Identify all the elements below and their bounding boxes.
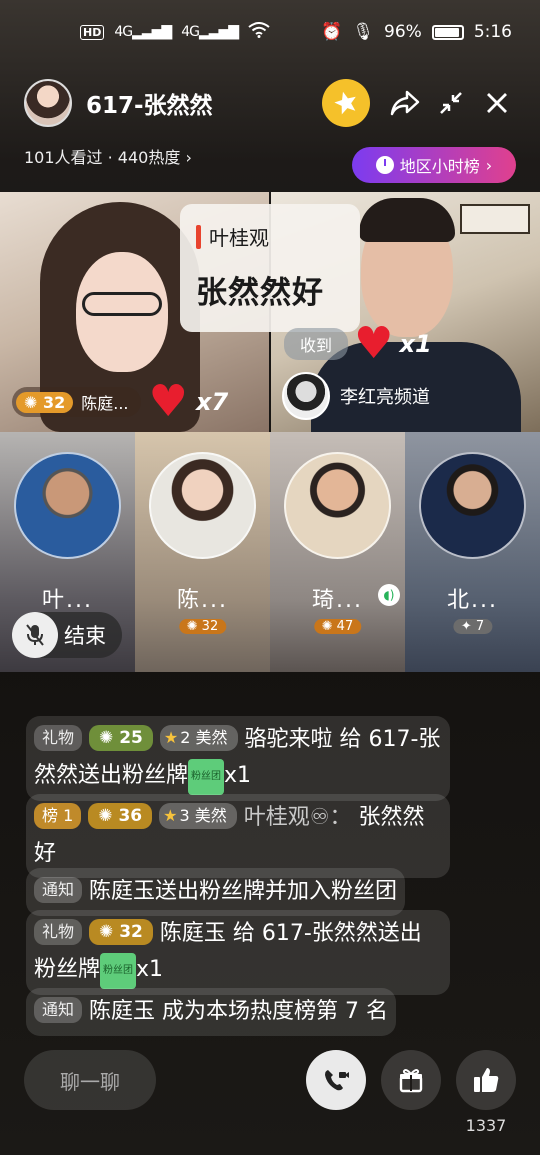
chat-message[interactable]: 通知 陈庭玉 成为本场热度榜第 7 名 <box>26 988 396 1036</box>
mic-status-icon: 🎙 <box>352 22 375 42</box>
call-button[interactable] <box>306 1050 366 1110</box>
channel-tag[interactable]: 李红亮频道 <box>282 372 430 420</box>
level-badge: ✺ 36 <box>88 803 153 829</box>
guest-seat[interactable]: 琦... ◖) ✺ 47 <box>270 432 405 672</box>
level-badge: ✺ 32 <box>89 919 153 945</box>
fan-badge: ★ 3 美然 <box>159 803 237 829</box>
battery-percent: 96% <box>384 22 422 42</box>
fan-club-badge: 粉丝团 <box>100 953 137 989</box>
received-gift: 收到 ♥ x1 <box>284 322 432 366</box>
clock: 5:16 <box>473 22 512 42</box>
channel-avatar <box>282 372 330 420</box>
guest-seat[interactable]: 陈... ✺ 32 <box>135 432 270 672</box>
star-follow-button[interactable] <box>322 79 370 127</box>
signal-icon: 4G▂▃▅▇ <box>114 24 172 40</box>
star-icon <box>334 91 356 115</box>
chevron-right-icon: › <box>485 155 493 175</box>
message-card: 叶桂观 张然然好 <box>180 204 360 332</box>
signal-icon-2: 4G▂▃▅▇ <box>181 24 239 40</box>
chat-input[interactable]: 聊一聊 <box>24 1050 156 1110</box>
fan-badge: ★ 2 美然 <box>159 725 238 751</box>
close-button[interactable] <box>474 80 520 126</box>
level-badge: ✺ 32 <box>178 619 227 634</box>
level-badge: ✺ 25 <box>89 725 153 751</box>
like-button[interactable] <box>456 1050 516 1110</box>
chat-message[interactable]: 礼物 ✺ 32 陈庭玉 给 617-张然然送出粉丝牌 粉丝团 x1 <box>26 910 450 995</box>
regional-rank-button[interactable]: 地区小时榜 › <box>352 147 516 183</box>
room-header: 617-张然然 <box>24 78 520 128</box>
level-badge: ✺ 47 <box>313 619 362 634</box>
heart-icon: ♥ <box>354 318 394 369</box>
guest-avatar <box>284 452 391 559</box>
sent-gift: ✺ 32 陈庭... ♥ x7 <box>12 380 228 424</box>
share-icon <box>390 90 420 116</box>
minimize-icon <box>440 92 462 114</box>
hd-indicator: HD <box>80 24 105 40</box>
battery-icon <box>431 24 464 40</box>
guest-avatar <box>14 452 121 559</box>
share-button[interactable] <box>382 80 428 126</box>
host-avatar[interactable] <box>24 79 72 127</box>
heart-icon: ♥ <box>148 376 188 427</box>
guest-seat[interactable]: 北... ✦ 7 <box>405 432 540 672</box>
wifi-icon <box>248 21 270 43</box>
end-mic-button[interactable]: 结束 <box>12 612 122 658</box>
message-card-name: 叶桂观 <box>196 222 344 251</box>
speaking-icon: ◖) <box>378 584 400 606</box>
video-call-icon <box>325 1070 349 1091</box>
gift-icon <box>399 1069 423 1093</box>
level-badge: ✺ 32 <box>16 391 74 413</box>
mic-off-icon <box>12 612 58 658</box>
chat-message[interactable]: 榜 1 ✺ 36 ★ 3 美然 叶桂观♾： 张然然好 <box>26 794 450 878</box>
gift-button[interactable] <box>381 1050 441 1110</box>
status-bar: HD 4G▂▃▅▇ 4G▂▃▅▇ ⏰ 🎙 96% 5:16 <box>0 0 540 64</box>
clock-icon <box>375 156 394 174</box>
guest-avatar <box>419 452 526 559</box>
level-badge: ✦ 7 <box>452 619 493 634</box>
minimize-button[interactable] <box>428 80 474 126</box>
alarm-icon: ⏰ <box>321 22 343 42</box>
viewer-stats[interactable]: 101人看过 · 440热度 › <box>24 144 192 168</box>
chat-message[interactable]: 礼物 ✺ 25 ★ 2 美然 骆驼来啦 给 617-张然然送出粉丝牌 粉丝团 x1 <box>26 716 450 801</box>
chat-message[interactable]: 通知 陈庭玉送出粉丝牌并加入粉丝团 <box>26 868 406 916</box>
guest-avatar <box>149 452 256 559</box>
chevron-right-icon: › <box>185 148 192 167</box>
close-icon <box>487 93 507 113</box>
fan-club-badge: 粉丝团 <box>188 759 225 795</box>
room-title[interactable]: 617-张然然 <box>86 86 322 120</box>
thumbs-up-icon <box>474 1068 499 1092</box>
message-card-text: 张然然好 <box>196 275 324 311</box>
like-count: 1337 <box>465 1116 507 1135</box>
